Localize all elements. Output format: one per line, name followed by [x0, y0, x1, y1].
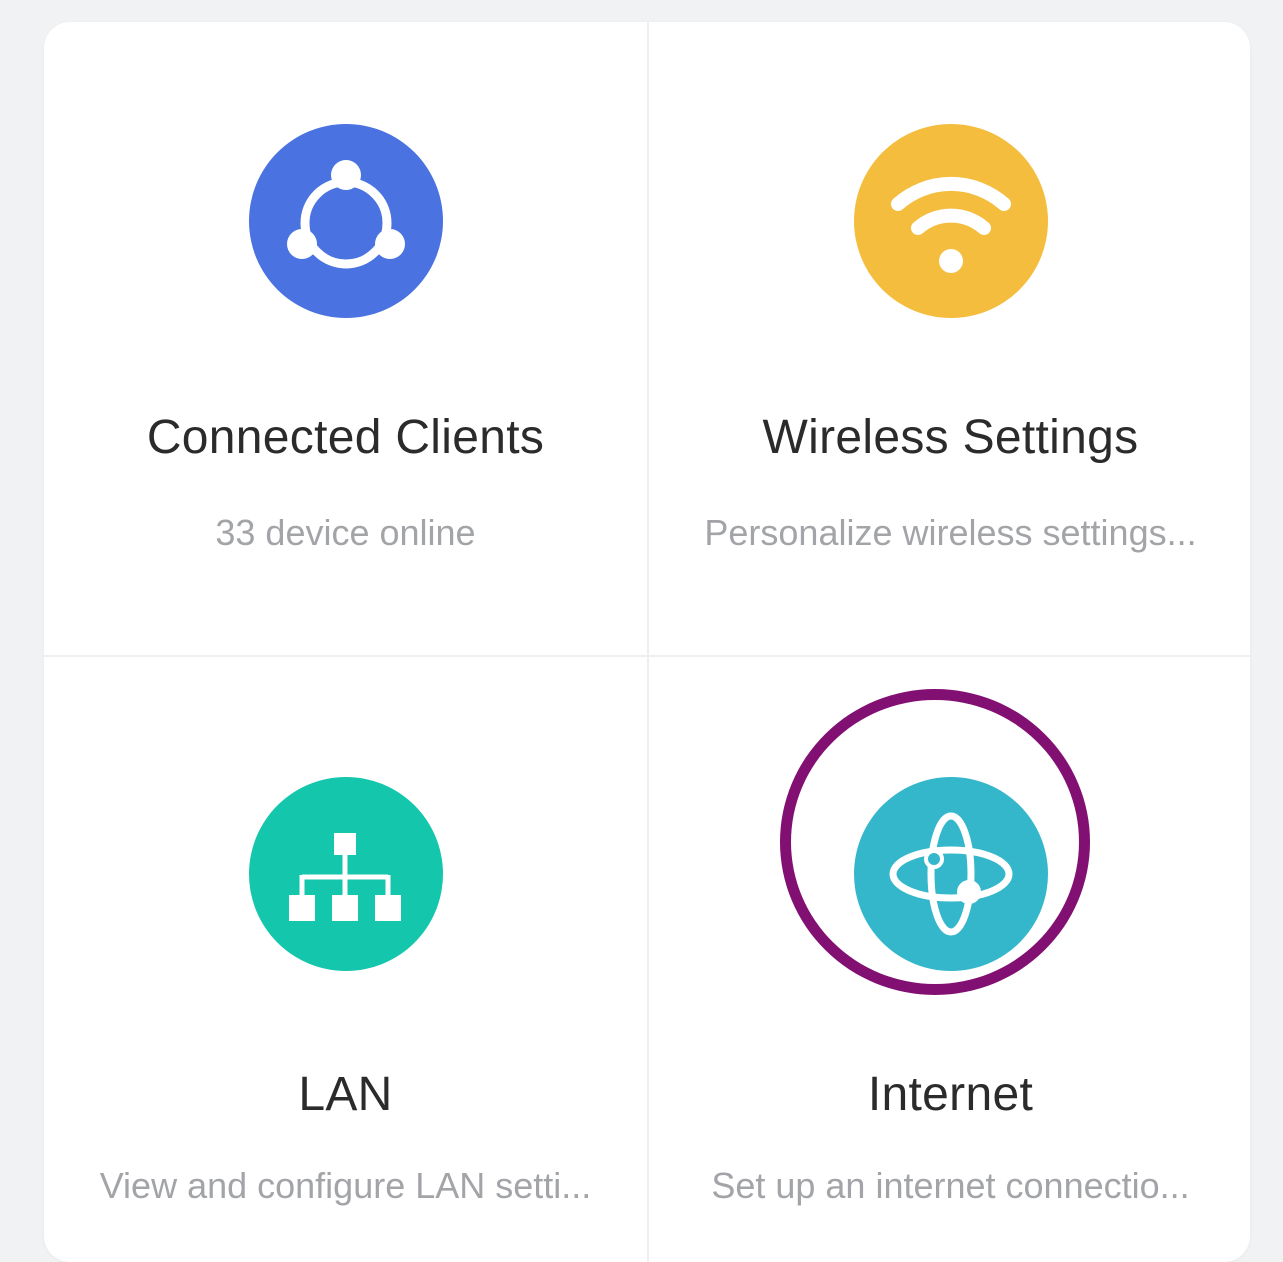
- tile-lan[interactable]: LAN View and configure LAN setti...: [44, 657, 647, 1262]
- tile-subtitle: View and configure LAN setti...: [99, 1165, 592, 1206]
- network-topology-icon: [248, 777, 443, 971]
- tile-title: Internet: [867, 1068, 1034, 1121]
- tile-subtitle: Personalize wireless settings...: [704, 512, 1197, 553]
- quick-settings-card: Connected Clients 33 device online Wirel…: [44, 22, 1250, 1262]
- tile-title: Connected Clients: [146, 411, 545, 464]
- tile-connected-clients[interactable]: Connected Clients 33 device online: [44, 22, 647, 655]
- wifi-icon: [853, 124, 1048, 318]
- tile-title: LAN: [298, 1068, 393, 1121]
- tile-wireless-settings[interactable]: Wireless Settings Personalize wireless s…: [649, 22, 1250, 655]
- tile-internet[interactable]: Internet Set up an internet connectio...: [649, 657, 1250, 1262]
- tile-title: Wireless Settings: [762, 411, 1139, 464]
- tile-subtitle: 33 device online: [215, 512, 476, 553]
- tile-subtitle: Set up an internet connectio...: [711, 1165, 1190, 1206]
- internet-orbit-icon: [853, 777, 1048, 971]
- connected-clients-icon: [248, 124, 443, 318]
